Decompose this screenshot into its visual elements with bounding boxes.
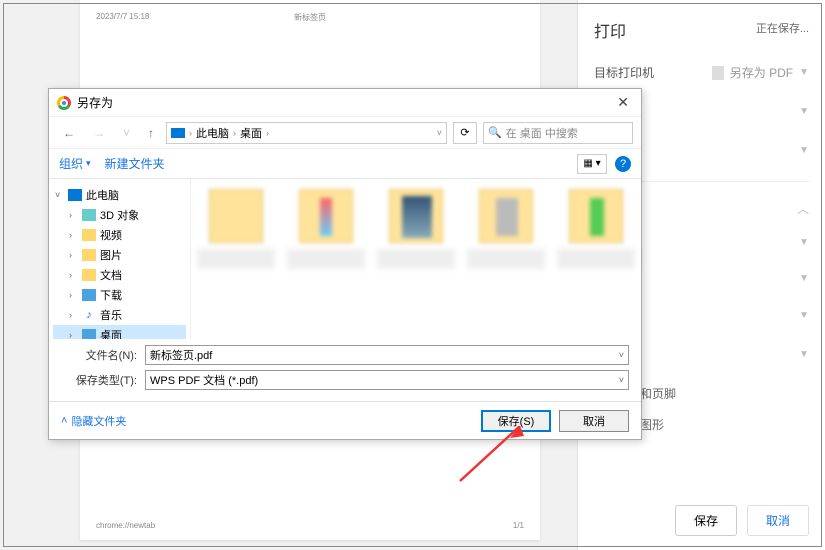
chevron-down-icon: ˅ <box>619 375 624 385</box>
pc-icon <box>171 128 185 138</box>
organize-button[interactable]: 组织▾ <box>59 155 91 172</box>
chevron-down-icon: ▼ <box>799 145 809 156</box>
search-icon: 🔍 <box>488 126 502 139</box>
breadcrumb[interactable]: › 此电脑 › 桌面 › ˅ <box>166 122 447 144</box>
tree-item-desktop[interactable]: ›桌面 <box>53 325 186 339</box>
file-item[interactable] <box>467 189 545 269</box>
chevron-down-icon: ▼ <box>799 67 809 78</box>
folder-tree: ˅此电脑 ›3D 对象 ›视频 ›图片 ›文档 ›下载 ›音乐 ›桌面 ›本地磁… <box>49 179 191 339</box>
filename-input[interactable]: 新标签页.pdf˅ <box>145 345 629 365</box>
pdf-icon <box>712 66 724 80</box>
tree-item-pc[interactable]: ˅此电脑 <box>53 185 186 205</box>
tree-item-pictures[interactable]: ›图片 <box>53 245 186 265</box>
chevron-down-icon: ▼ <box>799 237 809 248</box>
dialog-title: 另存为 <box>77 94 113 111</box>
new-folder-button[interactable]: 新建文件夹 <box>105 155 165 172</box>
nav-up-arrow[interactable]: ↑ <box>142 124 160 142</box>
dialog-footer: ˄隐藏文件夹 保存(S) 取消 <box>49 401 641 439</box>
chevron-down-icon: ▼ <box>799 106 809 117</box>
chevron-right-icon: › <box>189 128 192 138</box>
dialog-nav: ← → ˅ ↑ › 此电脑 › 桌面 › ˅ ⟳ 🔍 在 桌面 中搜索 <box>49 117 641 149</box>
chrome-icon <box>57 96 71 110</box>
panel-save-button[interactable]: 保存 <box>675 505 737 536</box>
saving-status: 正在保存... <box>756 20 809 36</box>
dialog-toolbar: 组织▾ 新建文件夹 ▦ ▾ ? <box>49 149 641 179</box>
tree-item-downloads[interactable]: ›下载 <box>53 285 186 305</box>
save-button[interactable]: 保存(S) <box>481 410 551 432</box>
destination-label: 目标打印机 <box>594 64 654 81</box>
nav-up-button[interactable]: ˅ <box>117 124 136 142</box>
breadcrumb-pc[interactable]: 此电脑 <box>196 125 229 141</box>
filename-label: 文件名(N): <box>61 347 137 363</box>
file-grid[interactable] <box>191 179 641 339</box>
preview-footer-right: 1/1 <box>513 521 524 530</box>
file-item[interactable] <box>557 189 635 269</box>
file-item[interactable] <box>197 189 275 269</box>
nav-back-button[interactable]: ← <box>57 124 81 142</box>
breadcrumb-dropdown-icon[interactable]: ˅ <box>437 128 442 138</box>
chevron-down-icon: ˅ <box>619 350 624 360</box>
cancel-button[interactable]: 取消 <box>559 410 629 432</box>
nav-forward-button[interactable]: → <box>87 124 111 142</box>
file-item[interactable] <box>377 189 455 269</box>
hide-folders-button[interactable]: ˄隐藏文件夹 <box>61 413 126 429</box>
chevron-right-icon: › <box>266 128 269 138</box>
tree-item-video[interactable]: ›视频 <box>53 225 186 245</box>
chevron-right-icon: › <box>233 128 236 138</box>
panel-cancel-button[interactable]: 取消 <box>747 505 809 536</box>
view-mode-button[interactable]: ▦ ▾ <box>577 154 607 174</box>
breadcrumb-desktop[interactable]: 桌面 <box>240 125 262 141</box>
dialog-titlebar: 另存为 ✕ <box>49 89 641 117</box>
tree-item-music[interactable]: ›音乐 <box>53 305 186 325</box>
chevron-up-icon: ˄ <box>61 415 67 427</box>
dialog-fields: 文件名(N): 新标签页.pdf˅ 保存类型(T): WPS PDF 文档 (*… <box>49 339 641 401</box>
collapse-icon[interactable]: ︿ <box>797 202 809 216</box>
chevron-down-icon: ▼ <box>799 349 809 360</box>
preview-footer-left: chrome://newtab <box>96 521 155 530</box>
search-placeholder: 在 桌面 中搜索 <box>506 125 578 141</box>
savetype-select[interactable]: WPS PDF 文档 (*.pdf)˅ <box>145 370 629 390</box>
chevron-down-icon: ▼ <box>799 310 809 321</box>
search-input[interactable]: 🔍 在 桌面 中搜索 <box>483 122 633 144</box>
close-button[interactable]: ✕ <box>613 94 633 111</box>
preview-title: 新标签页 <box>294 12 326 23</box>
save-as-dialog: 另存为 ✕ ← → ˅ ↑ › 此电脑 › 桌面 › ˅ ⟳ 🔍 在 桌面 中搜… <box>48 88 642 440</box>
help-icon[interactable]: ? <box>615 156 631 172</box>
tree-item-docs[interactable]: ›文档 <box>53 265 186 285</box>
chevron-down-icon: ▼ <box>799 273 809 284</box>
file-item[interactable] <box>287 189 365 269</box>
savetype-label: 保存类型(T): <box>61 372 137 388</box>
refresh-button[interactable]: ⟳ <box>453 122 477 144</box>
tree-item-3d[interactable]: ›3D 对象 <box>53 205 186 225</box>
destination-row[interactable]: 目标打印机 另存为 PDF▼ <box>594 64 809 81</box>
preview-timestamp: 2023/7/7 15:18 <box>96 12 149 21</box>
